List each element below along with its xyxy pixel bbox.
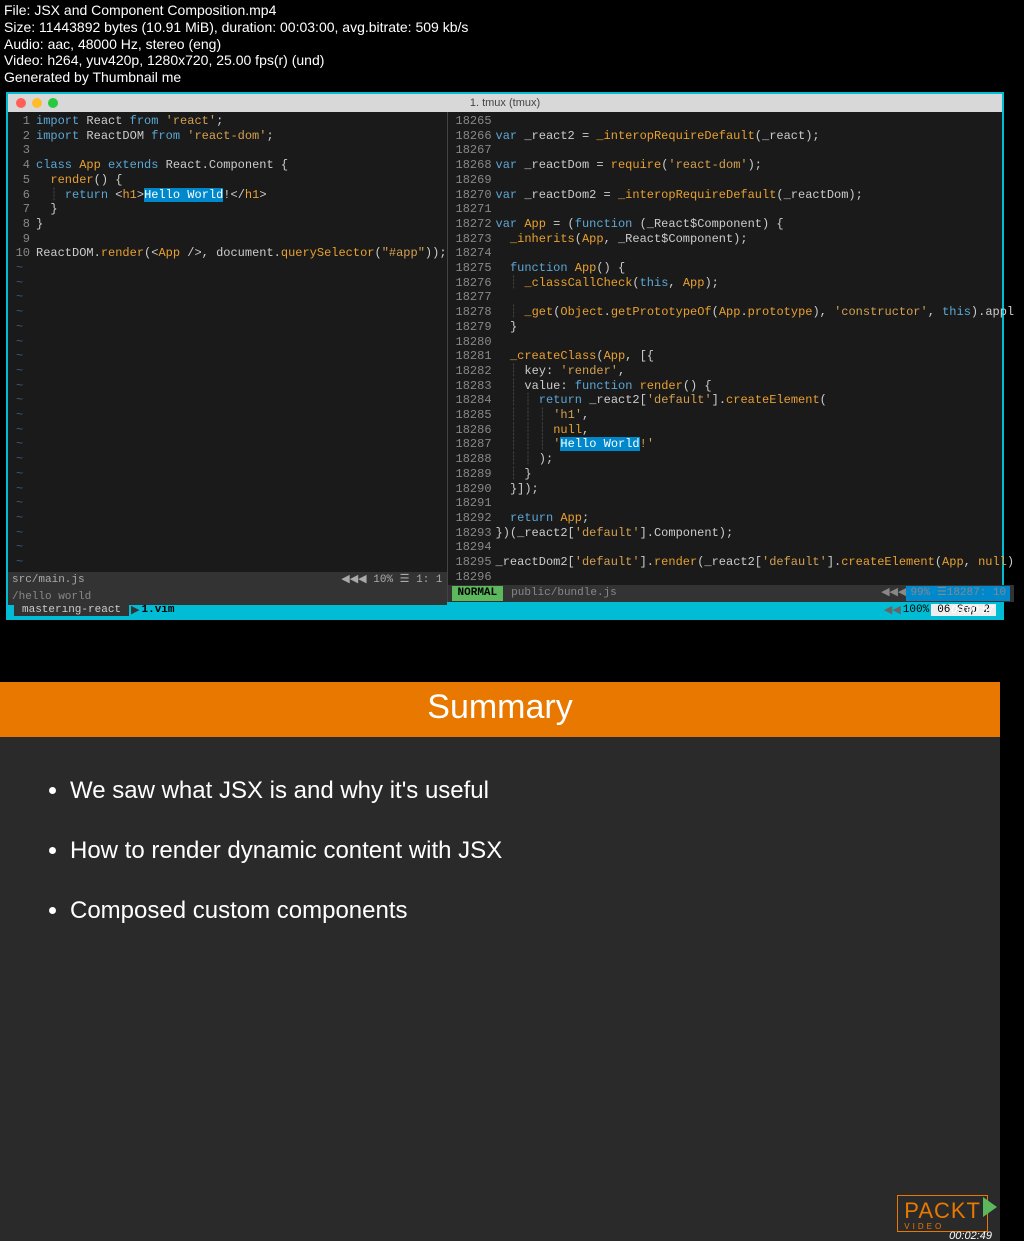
summary-header: Summary xyxy=(0,682,1000,737)
bullet-item: We saw what JSX is and why it's useful xyxy=(70,777,940,805)
play-icon xyxy=(983,1197,997,1217)
tmux-session: mastering-react xyxy=(14,604,129,616)
code-line: 18288 ┊ ┊ ); xyxy=(450,452,1015,467)
code-line: 18289 ┊ } xyxy=(450,467,1015,482)
code-line: 18286 ┊ ┊ ┊ null, xyxy=(450,423,1015,438)
bullet-item: How to render dynamic content with JSX xyxy=(70,837,940,865)
code-line: 18270var _reactDom2 = _interopRequireDef… xyxy=(450,188,1015,203)
maximize-icon[interactable] xyxy=(48,98,58,108)
vim-mode: NORMAL xyxy=(452,586,504,601)
code-line: 18276 ┊ _classCallCheck(this, App); xyxy=(450,276,1015,291)
code-line: 18266var _react2 = _interopRequireDefaul… xyxy=(450,129,1015,144)
code-line: 18283 ┊ value: function render() { xyxy=(450,379,1015,394)
editor-pane-right[interactable]: 1826518266var _react2 = _interopRequireD… xyxy=(447,112,1015,602)
timecode: 00:02:49 xyxy=(949,1230,992,1241)
code-line: 18296 xyxy=(450,570,1015,585)
status-arrows-icon: ◀◀ xyxy=(884,603,901,617)
code-line: 18267 xyxy=(450,143,1015,158)
code-line: 18278 ┊ _get(Object.getPrototypeOf(App.p… xyxy=(450,305,1015,320)
code-line: 8} xyxy=(10,217,447,232)
code-line: 18294 xyxy=(450,540,1015,555)
code-line: 5 render() { xyxy=(10,173,447,188)
code-line: 18269 xyxy=(450,173,1015,188)
code-line: 18281 _createClass(App, [{ xyxy=(450,349,1015,364)
code-line: 18285 ┊ ┊ ┊ 'h1', xyxy=(450,408,1015,423)
code-line: 18272var App = (function (_React$Compone… xyxy=(450,217,1015,232)
tmux-pct: 100% xyxy=(903,604,929,616)
bullet-item: Composed custom components xyxy=(70,897,940,925)
code-line: 18277 xyxy=(450,290,1015,305)
status-filename-right: public/bundle.js xyxy=(511,586,617,601)
meta-video: Video: h264, yuv420p, 1280x720, 25.00 fp… xyxy=(4,52,1020,69)
status-position: 99% ☰18287: 10 xyxy=(906,586,1010,601)
thumbnail-2: Summary We saw what JSX is and why it's … xyxy=(0,682,1000,1241)
code-line: 4class App extends React.Component { xyxy=(10,158,447,173)
code-line: 18275 function App() { xyxy=(450,261,1015,276)
timecode: 00:00:57 xyxy=(951,604,994,616)
vim-status-right: NORMAL public/bundle.js ◀◀◀ 99% ☰18287: … xyxy=(448,585,1015,602)
code-line: 2import ReactDOM from 'react-dom'; xyxy=(10,129,447,144)
status-arrows-icon: ◀◀◀ xyxy=(881,586,906,601)
editor-pane-left[interactable]: 1import React from 'react';2import React… xyxy=(8,112,447,602)
code-line: 18273 _inherits(App, _React$Component); xyxy=(450,232,1015,247)
code-line: 1import React from 'react'; xyxy=(10,114,447,129)
summary-title: Summary xyxy=(0,688,1000,727)
code-line: 6 ┊ return <h1>Hello World!</h1> xyxy=(10,188,447,203)
code-line: 7 } xyxy=(10,202,447,217)
code-line: 18292 return App; xyxy=(450,511,1015,526)
code-line: 18291 xyxy=(450,496,1015,511)
status-filename: src/main.js xyxy=(12,573,85,588)
packt-logo: PACKT VIDEO xyxy=(897,1195,988,1232)
tmux-panes: 1import React from 'react';2import React… xyxy=(8,112,1002,602)
code-line: 18279 } xyxy=(450,320,1015,335)
file-metadata: File: JSX and Component Composition.mp4 … xyxy=(0,0,1024,88)
meta-generated: Generated by Thumbnail me xyxy=(4,69,1020,86)
code-line: 18265 xyxy=(450,114,1015,129)
code-line: 18282 ┊ key: 'render', xyxy=(450,364,1015,379)
window-title: 1. tmux (tmux) xyxy=(470,97,540,109)
status-arrows-icon: ◀◀◀ xyxy=(341,574,366,586)
summary-bullets: We saw what JSX is and why it's useful H… xyxy=(0,737,1000,925)
code-line: 18268var _reactDom = require('react-dom'… xyxy=(450,158,1015,173)
search-text: /hello world xyxy=(12,590,91,605)
code-line: 18284 ┊ ┊ return _react2['default'].crea… xyxy=(450,393,1015,408)
code-line: 18293})(_react2['default'].Component); xyxy=(450,526,1015,541)
code-line: 18295_reactDom2['default'].render(_react… xyxy=(450,555,1015,570)
code-line: 18290 }]); xyxy=(450,482,1015,497)
meta-size: Size: 11443892 bytes (10.91 MiB), durati… xyxy=(4,19,1020,36)
window-titlebar: 1. tmux (tmux) xyxy=(8,94,1002,112)
tmux-window: 1.vim xyxy=(142,604,175,616)
code-line: 3 xyxy=(10,143,447,158)
code-line: 18271 xyxy=(450,202,1015,217)
code-line: 10ReactDOM.render(<App />, document.quer… xyxy=(10,246,447,261)
meta-file: File: JSX and Component Composition.mp4 xyxy=(4,2,1020,19)
vim-status-left: src/main.js ◀◀◀ 10% ☰ 1: 1 /hello world xyxy=(8,572,447,602)
thumbnail-1: 1. tmux (tmux) 1import React from 'react… xyxy=(6,92,1004,620)
code-line: 9 xyxy=(10,232,447,247)
traffic-lights xyxy=(16,98,58,108)
code-line: 18274 xyxy=(450,246,1015,261)
minimize-icon[interactable] xyxy=(32,98,42,108)
code-line: 18287 ┊ ┊ ┊ 'Hello World!' xyxy=(450,437,1015,452)
meta-audio: Audio: aac, 48000 Hz, stereo (eng) xyxy=(4,36,1020,53)
code-line: 18280 xyxy=(450,335,1015,350)
close-icon[interactable] xyxy=(16,98,26,108)
